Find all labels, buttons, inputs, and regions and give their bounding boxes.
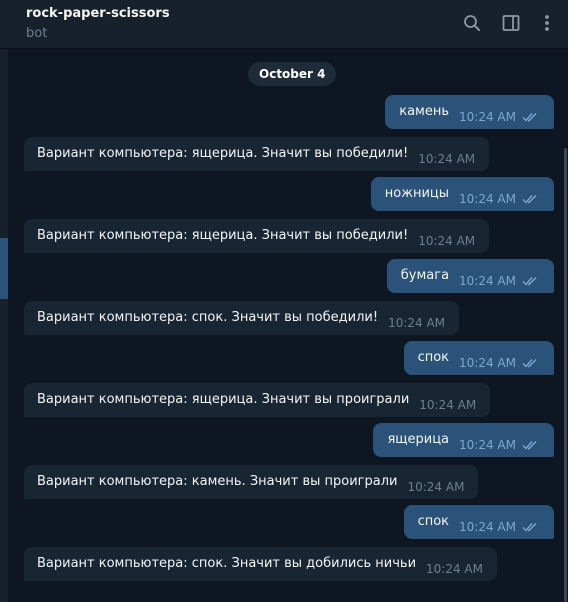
chat-subtitle: bot: [26, 26, 48, 41]
incoming-message[interactable]: Вариант компьютера: спок. Значит вы побе…: [24, 301, 460, 335]
chat-title[interactable]: rock-paper-scissors: [26, 6, 170, 21]
message-text: Вариант компьютера: ящерица. Значит вы п…: [37, 392, 410, 407]
message-text: спок: [417, 350, 450, 365]
message-text: Вариант компьютера: ящерица. Значит вы п…: [37, 146, 409, 161]
message-time: 10:24 AM: [459, 520, 516, 534]
message-text: камень: [399, 104, 450, 119]
sidebar-edge: [0, 49, 8, 602]
double-check-icon: [522, 194, 537, 204]
message-text: Вариант компьютера: спок. Значит вы доби…: [37, 556, 417, 571]
sidebar-toggle-icon: [502, 15, 520, 31]
double-check-icon: [522, 276, 537, 286]
more-button[interactable]: [536, 12, 558, 34]
more-vertical-icon: [545, 15, 549, 31]
incoming-message[interactable]: Вариант компьютера: ящерица. Значит вы п…: [24, 383, 491, 417]
double-check-icon: [522, 522, 537, 532]
double-check-icon: [522, 440, 537, 450]
search-icon: [464, 15, 480, 31]
message-text: Вариант компьютера: камень. Значит вы пр…: [37, 474, 398, 489]
outgoing-message[interactable]: спок 10:24 AM: [403, 341, 554, 375]
message-text: ножницы: [384, 186, 450, 201]
incoming-message[interactable]: Вариант компьютера: ящерица. Значит вы п…: [24, 137, 490, 171]
message-time: 10:24 AM: [388, 316, 446, 330]
outgoing-message[interactable]: ящерица 10:24 AM: [373, 423, 554, 457]
message-time: 10:24 AM: [418, 152, 476, 166]
double-check-icon: [522, 112, 537, 122]
search-button[interactable]: [461, 12, 483, 34]
outgoing-message[interactable]: спок 10:24 AM: [403, 505, 554, 539]
incoming-message[interactable]: Вариант компьютера: камень. Значит вы пр…: [24, 465, 479, 499]
message-time: 10:24 AM: [459, 438, 516, 452]
message-time: 10:24 AM: [459, 356, 516, 370]
sidebar-active-indicator: [0, 238, 8, 299]
date-separator: October 4: [248, 62, 337, 86]
message-time: 10:24 AM: [418, 234, 476, 248]
double-check-icon: [522, 358, 537, 368]
message-time: 10:24 AM: [459, 192, 516, 206]
incoming-message[interactable]: Вариант компьютера: спок. Значит вы доби…: [24, 547, 497, 581]
sidebar-toggle-button[interactable]: [500, 12, 522, 34]
message-text: Вариант компьютера: ящерица. Значит вы п…: [37, 228, 409, 243]
incoming-message[interactable]: Вариант компьютера: ящерица. Значит вы п…: [24, 219, 490, 253]
message-time: 10:24 AM: [459, 274, 516, 288]
message-time: 10:24 AM: [419, 398, 477, 412]
scrollbar-thumb[interactable]: [564, 148, 567, 602]
message-text: бумага: [400, 268, 450, 283]
message-time: 10:24 AM: [407, 480, 465, 494]
outgoing-message[interactable]: ножницы 10:24 AM: [370, 177, 554, 211]
outgoing-message[interactable]: камень 10:24 AM: [385, 95, 554, 129]
message-text: ящерица: [387, 432, 450, 447]
message-time: 10:24 AM: [426, 562, 483, 576]
message-text: спок: [417, 514, 450, 529]
message-text: Вариант компьютера: спок. Значит вы побе…: [37, 310, 379, 325]
message-time: 10:24 AM: [459, 110, 516, 124]
chat-header: rock-paper-scissors bot: [0, 0, 568, 49]
outgoing-message[interactable]: бумага 10:24 AM: [386, 259, 554, 293]
chat-window: rock-paper-scissors bot October 4 камень…: [0, 0, 568, 602]
